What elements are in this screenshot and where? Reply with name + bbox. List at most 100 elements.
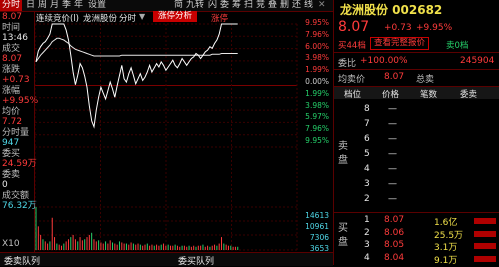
volume-bar xyxy=(146,243,148,250)
change-label: 涨跌 xyxy=(2,65,21,75)
volume-bar xyxy=(218,243,220,250)
tab-quarter[interactable]: 季 xyxy=(62,0,71,11)
ask-label: 委卖 xyxy=(2,170,21,180)
volume-bar xyxy=(211,245,213,250)
volume-bar xyxy=(186,246,188,250)
volume-bar xyxy=(214,244,216,250)
volume-bar xyxy=(181,245,183,250)
min-vol-label: 分时量 xyxy=(2,128,30,138)
buy-row[interactable]: 4 8.04 9.1万 xyxy=(334,253,499,266)
tab-settings[interactable]: 设置 xyxy=(88,0,106,11)
sell-row[interactable]: 5 — xyxy=(334,148,499,162)
sell-row[interactable]: 7 — xyxy=(334,118,499,132)
price-line xyxy=(35,23,238,129)
avg-value: 7.72 xyxy=(2,117,23,127)
volume-bar xyxy=(169,245,171,250)
sell-queue-label[interactable]: 委卖队列 xyxy=(4,254,40,267)
price-top: 8.07 xyxy=(2,12,23,22)
volume-bar xyxy=(151,244,153,250)
tool-simple[interactable]: 简 xyxy=(174,0,183,11)
col-count: 笔数 xyxy=(420,90,438,100)
sell-row[interactable]: 8 — xyxy=(334,103,499,117)
tool-overlay[interactable]: 叠 xyxy=(268,0,277,11)
buy-row[interactable]: 3 8.05 3.1万 xyxy=(334,240,499,253)
tool-flash[interactable]: 闪 xyxy=(208,0,217,11)
volume-bar xyxy=(70,237,72,250)
tool-order[interactable]: 委 xyxy=(220,0,229,11)
sell-row[interactable]: 4 — xyxy=(334,163,499,177)
volume-bar xyxy=(84,239,86,250)
order-book-panel: 龙洲股份 002682 8.07 +0.73 +9.95% 买44档 查看完整报… xyxy=(333,0,499,266)
quote-info-panel: 8.07 时间 13:46 成交 8.07 涨跌 +0.73 涨幅 +9.95%… xyxy=(0,12,39,252)
volume-bar xyxy=(221,237,223,250)
volume-bar xyxy=(51,217,53,250)
volume-bar xyxy=(91,232,93,250)
tool-delete[interactable]: 删 xyxy=(280,0,289,11)
tab-week[interactable]: 周 xyxy=(38,0,47,11)
buy-row-volume: 9.1万 xyxy=(434,255,458,266)
view-full-quote-button[interactable]: 查看完整报价 xyxy=(370,37,430,50)
buy-queue-label[interactable]: 委买队列 xyxy=(178,254,214,267)
tab-year[interactable]: 年 xyxy=(74,0,83,11)
volume-bar xyxy=(61,245,63,250)
sell-row[interactable]: 2 — xyxy=(334,193,499,207)
volume-bar xyxy=(142,245,144,250)
sell-row-price: — xyxy=(388,149,397,159)
sell-row-price: — xyxy=(388,194,397,204)
volume-bar xyxy=(49,241,51,250)
price-change: +0.73 xyxy=(384,23,412,33)
intraday-chart[interactable] xyxy=(35,12,331,252)
tool-line[interactable]: 线 xyxy=(304,0,313,11)
volume-bar xyxy=(207,245,209,250)
price-pct: +9.95% xyxy=(416,23,453,33)
weicha-value: 245904 xyxy=(460,56,495,66)
current-price: 8.07 xyxy=(338,19,370,35)
volume-bar xyxy=(204,246,206,250)
tab-month[interactable]: 月 xyxy=(50,0,59,11)
pct-label: 涨幅 xyxy=(2,86,21,96)
volume-bar xyxy=(105,241,107,250)
volume-bar xyxy=(121,242,123,250)
sell-row-level: 2 xyxy=(364,194,370,204)
volume-bar xyxy=(209,246,211,250)
price-axis-label: 3.98% xyxy=(305,100,329,110)
sell-row[interactable]: 3 — xyxy=(334,178,499,192)
buy-row[interactable]: 2 8.06 25.5万 xyxy=(334,228,499,241)
tool-ninturn[interactable]: 九转 xyxy=(186,0,204,11)
tool-scan[interactable]: 扫 xyxy=(244,0,253,11)
volume-axis-label: 14613 xyxy=(305,211,329,220)
tool-bid[interactable]: 竞 xyxy=(256,0,265,11)
tab-day[interactable]: 日 xyxy=(26,0,35,11)
volume-bar xyxy=(44,241,46,250)
turnover-label: 成交额 xyxy=(2,191,30,201)
volume-bar xyxy=(167,244,169,250)
volume-axis-label: 7306 xyxy=(309,233,329,242)
ask-value: 0 xyxy=(2,180,8,190)
tab-intraday[interactable]: 分时 xyxy=(0,0,23,11)
volume-bar xyxy=(114,243,116,250)
volume-bar xyxy=(172,245,174,250)
volume-bar xyxy=(135,244,137,250)
sell-row[interactable]: 6 — xyxy=(334,133,499,147)
volume-bar xyxy=(95,241,97,250)
buy-row-volume: 25.5万 xyxy=(434,230,464,241)
buy-row[interactable]: 1 8.07 1.6亿 xyxy=(334,215,499,228)
tool-restore[interactable]: 还 xyxy=(292,0,301,11)
volume-bar xyxy=(40,234,42,250)
volume-bar xyxy=(149,245,151,250)
sell-row-price: — xyxy=(388,179,397,189)
pct-value: +9.95% xyxy=(2,96,39,106)
volume-bar xyxy=(234,246,236,250)
volume-bar xyxy=(474,230,496,237)
volume-bar xyxy=(88,234,90,250)
volume-bar xyxy=(227,245,229,250)
time-value: 13:46 xyxy=(2,33,28,43)
close-icon[interactable]: ✕ xyxy=(318,0,326,11)
volume-bar xyxy=(225,244,227,250)
tool-chip[interactable]: 筹 xyxy=(232,0,241,11)
volume-bar xyxy=(42,239,44,250)
volume-bar xyxy=(137,243,139,250)
volume-bar xyxy=(100,242,102,250)
volume-bar xyxy=(116,244,118,250)
volume-bar xyxy=(183,245,185,250)
